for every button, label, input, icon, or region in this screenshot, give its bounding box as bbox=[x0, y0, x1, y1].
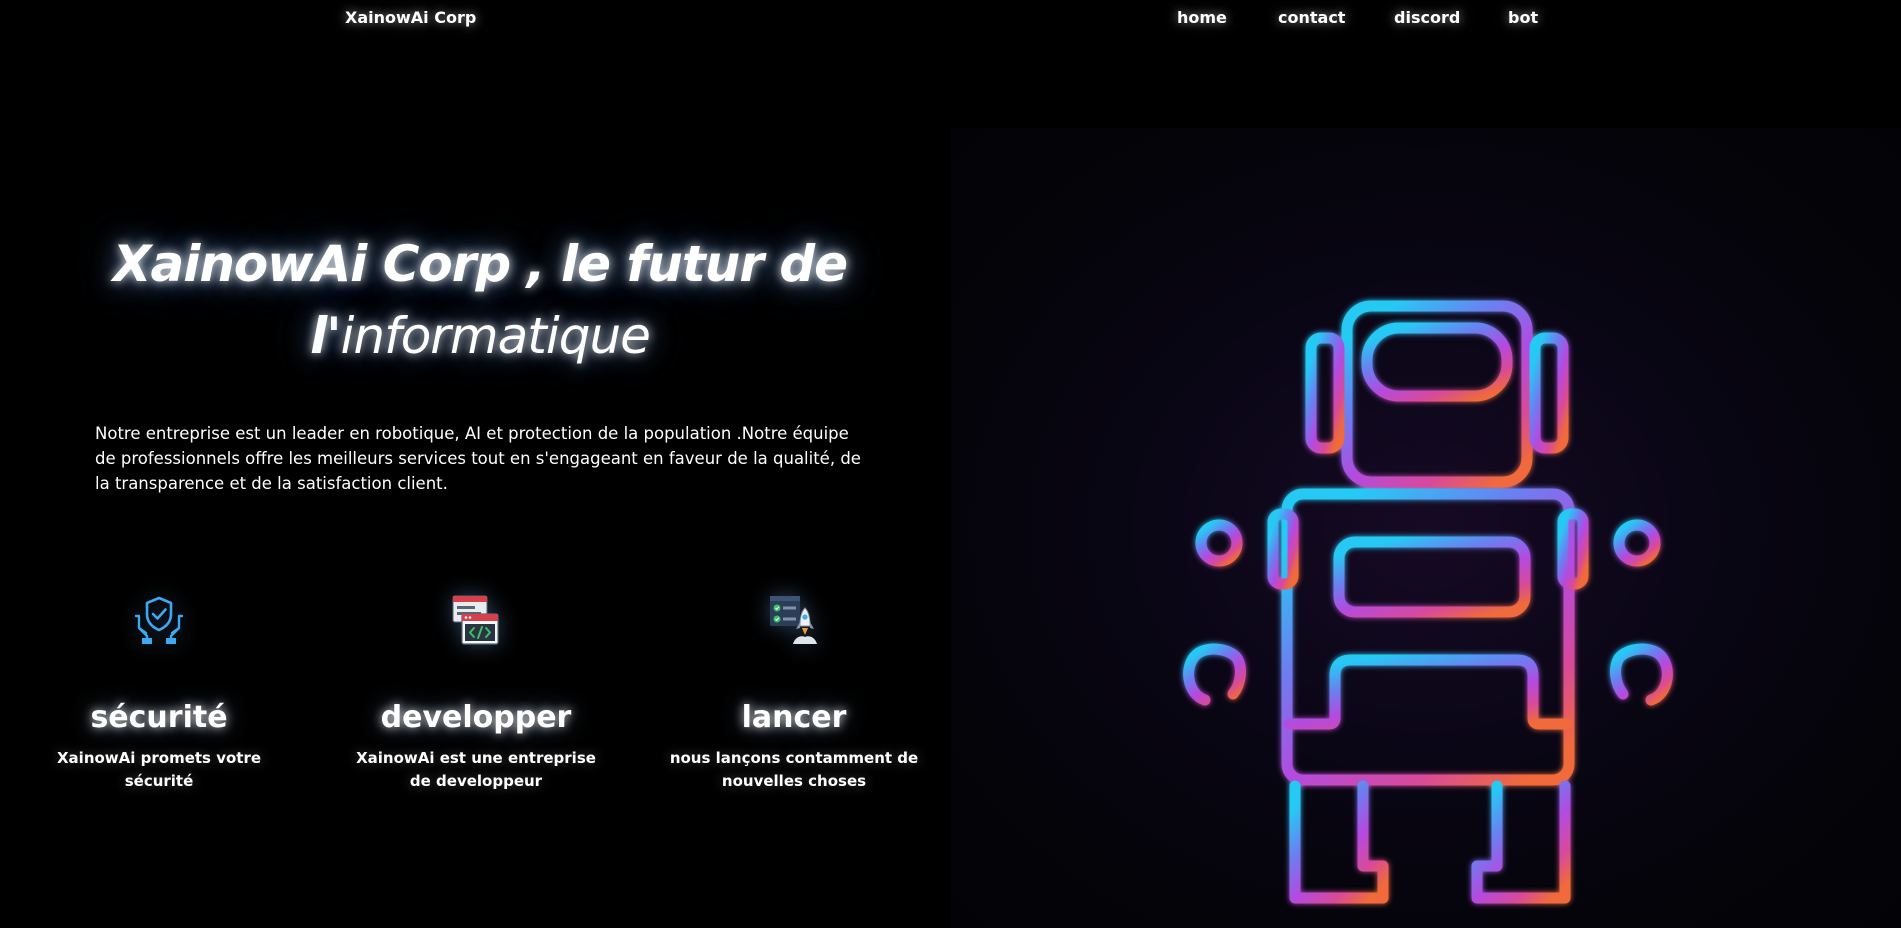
feature-description: XainowAi promets votre sécurité bbox=[56, 749, 262, 790]
nav-link-discord[interactable]: discord bbox=[1394, 8, 1460, 27]
hero-title-line1: XainowAi Corp , le futur de bbox=[112, 235, 848, 293]
feature-title: lancer bbox=[741, 700, 847, 735]
nav-link-home[interactable]: home bbox=[1177, 8, 1227, 27]
intro-paragraph: Notre entreprise est un leader en roboti… bbox=[95, 424, 861, 493]
hero-title-article: l' bbox=[310, 307, 341, 365]
feature-description: XainowAi est une entreprise de developpe… bbox=[356, 749, 596, 790]
rocket-launch-icon bbox=[770, 596, 817, 644]
nav-link-bot[interactable]: bot bbox=[1508, 8, 1538, 27]
feature-title: sécurité bbox=[90, 700, 228, 735]
hero-title-word: informatique bbox=[340, 307, 651, 365]
code-window-icon bbox=[452, 595, 499, 645]
top-nav: home contact discord bot bbox=[0, 8, 1901, 32]
hero-title: XainowAi Corp , le futur de l'informatiq… bbox=[60, 228, 900, 372]
robot-icon bbox=[1183, 300, 1673, 904]
feature-launch: lancer nous lançons contamment de nouvel… bbox=[654, 594, 934, 793]
feature-description: nous lançons contamment de nouvelles cho… bbox=[669, 749, 919, 790]
robot-illustration bbox=[951, 128, 1901, 928]
feature-security: sécurité XainowAi promets votre sécurité bbox=[19, 594, 299, 793]
nav-link-contact[interactable]: contact bbox=[1278, 8, 1345, 27]
page: XainowAi Corp home contact discord bot X… bbox=[0, 0, 1901, 928]
feature-title: developper bbox=[380, 700, 572, 735]
shield-hands-icon bbox=[134, 596, 184, 645]
hero-title-line2: l'informatique bbox=[60, 300, 900, 372]
feature-develop: developper XainowAi est une entreprise d… bbox=[336, 594, 616, 793]
